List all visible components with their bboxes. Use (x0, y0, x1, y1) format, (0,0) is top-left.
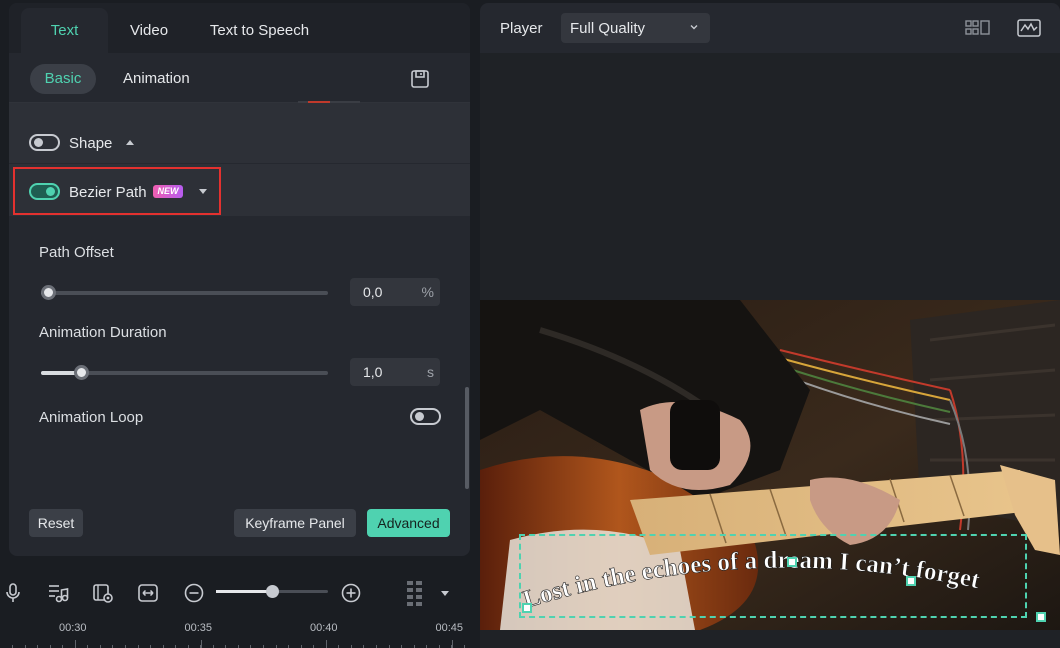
advanced-button[interactable]: Advanced (367, 509, 450, 537)
shape-row: Shape (9, 103, 470, 163)
new-badge: NEW (153, 185, 183, 198)
bezier-path-toggle[interactable] (29, 183, 60, 200)
toolbar-more-caret-icon[interactable] (441, 591, 449, 596)
keyframe-panel-button[interactable]: Keyframe Panel (234, 509, 356, 537)
panel-scrollbar[interactable] (465, 387, 469, 489)
caret-up-icon[interactable] (126, 140, 134, 145)
quality-select-value: Full Quality (570, 20, 646, 37)
property-tabs: Text Video Text to Speech (9, 3, 470, 53)
scope-icon[interactable] (1016, 18, 1042, 38)
player-label: Player (500, 20, 543, 37)
bezier-handle-end[interactable] (1036, 612, 1046, 622)
animation-duration-label: Animation Duration (39, 324, 167, 341)
ruler-tick-label: 00:40 (310, 622, 338, 634)
ruler-tick-label: 00:35 (184, 622, 213, 634)
subtabs: Basic Animation (9, 53, 470, 103)
tab-text[interactable]: Text (21, 8, 108, 53)
timeline-zoom-thumb[interactable] (266, 585, 279, 598)
bezier-handle-control-1[interactable] (787, 557, 797, 567)
shape-label: Shape (69, 135, 113, 152)
path-offset-slider[interactable] (41, 285, 328, 300)
bezier-path-row: Bezier Path NEW (9, 164, 470, 216)
path-offset-unit: % (421, 284, 434, 300)
clip-record-icon[interactable] (92, 582, 114, 604)
path-offset-value: 0,0 (363, 284, 383, 300)
layout-icon[interactable] (965, 18, 991, 38)
tab-video[interactable]: Video (109, 8, 189, 53)
chevron-down-icon (690, 25, 698, 30)
ruler-tick-label: 00:30 (59, 622, 87, 634)
music-list-icon[interactable] (47, 582, 69, 604)
player-header: Player Full Quality (480, 3, 1060, 53)
animation-duration-slider-thumb[interactable] (74, 365, 89, 380)
zoom-out-icon[interactable] (183, 582, 205, 604)
reset-button[interactable]: Reset (29, 509, 83, 537)
caret-down-icon[interactable] (199, 189, 207, 194)
animation-loop-toggle[interactable] (410, 408, 441, 425)
text-property-panel: Text Video Text to Speech Basic Animatio… (9, 3, 470, 556)
quality-select[interactable]: Full Quality (561, 13, 710, 43)
tab-text-to-speech[interactable]: Text to Speech (197, 8, 322, 53)
animation-duration-input[interactable]: 1,0 s (350, 358, 440, 386)
timeline-zoom-slider[interactable] (216, 585, 328, 598)
animation-loop-label: Animation Loop (39, 409, 144, 426)
animation-duration-value: 1,0 (363, 364, 383, 380)
path-offset-input[interactable]: 0,0 % (350, 278, 440, 306)
zoom-in-icon[interactable] (340, 582, 362, 604)
microphone-icon[interactable] (2, 582, 24, 604)
save-icon[interactable] (410, 69, 430, 89)
animation-duration-slider[interactable] (41, 365, 328, 380)
fit-width-icon[interactable] (137, 582, 159, 604)
ruler-tick-label: 00:45 (435, 622, 464, 634)
animation-duration-unit: s (427, 364, 434, 380)
subtab-animation[interactable]: Animation (123, 64, 190, 94)
path-offset-label: Path Offset (39, 244, 114, 261)
path-offset-slider-thumb[interactable] (41, 285, 56, 300)
grid-handle-icon[interactable] (405, 579, 425, 607)
timeline-zoom-fill (216, 590, 272, 593)
shape-toggle[interactable] (29, 134, 60, 151)
bezier-handle-start[interactable] (522, 603, 532, 613)
player-bottom-bar (480, 630, 1060, 648)
timeline-ruler[interactable]: 00:30 00:35 00:40 00:45 (0, 618, 470, 648)
bezier-handle-control-2[interactable] (906, 576, 916, 586)
subtab-basic[interactable]: Basic (30, 64, 96, 94)
bezier-path-label: Bezier Path (69, 184, 147, 201)
video-preview[interactable]: Lost in the echoes of a dream I can’t fo… (480, 300, 1060, 630)
